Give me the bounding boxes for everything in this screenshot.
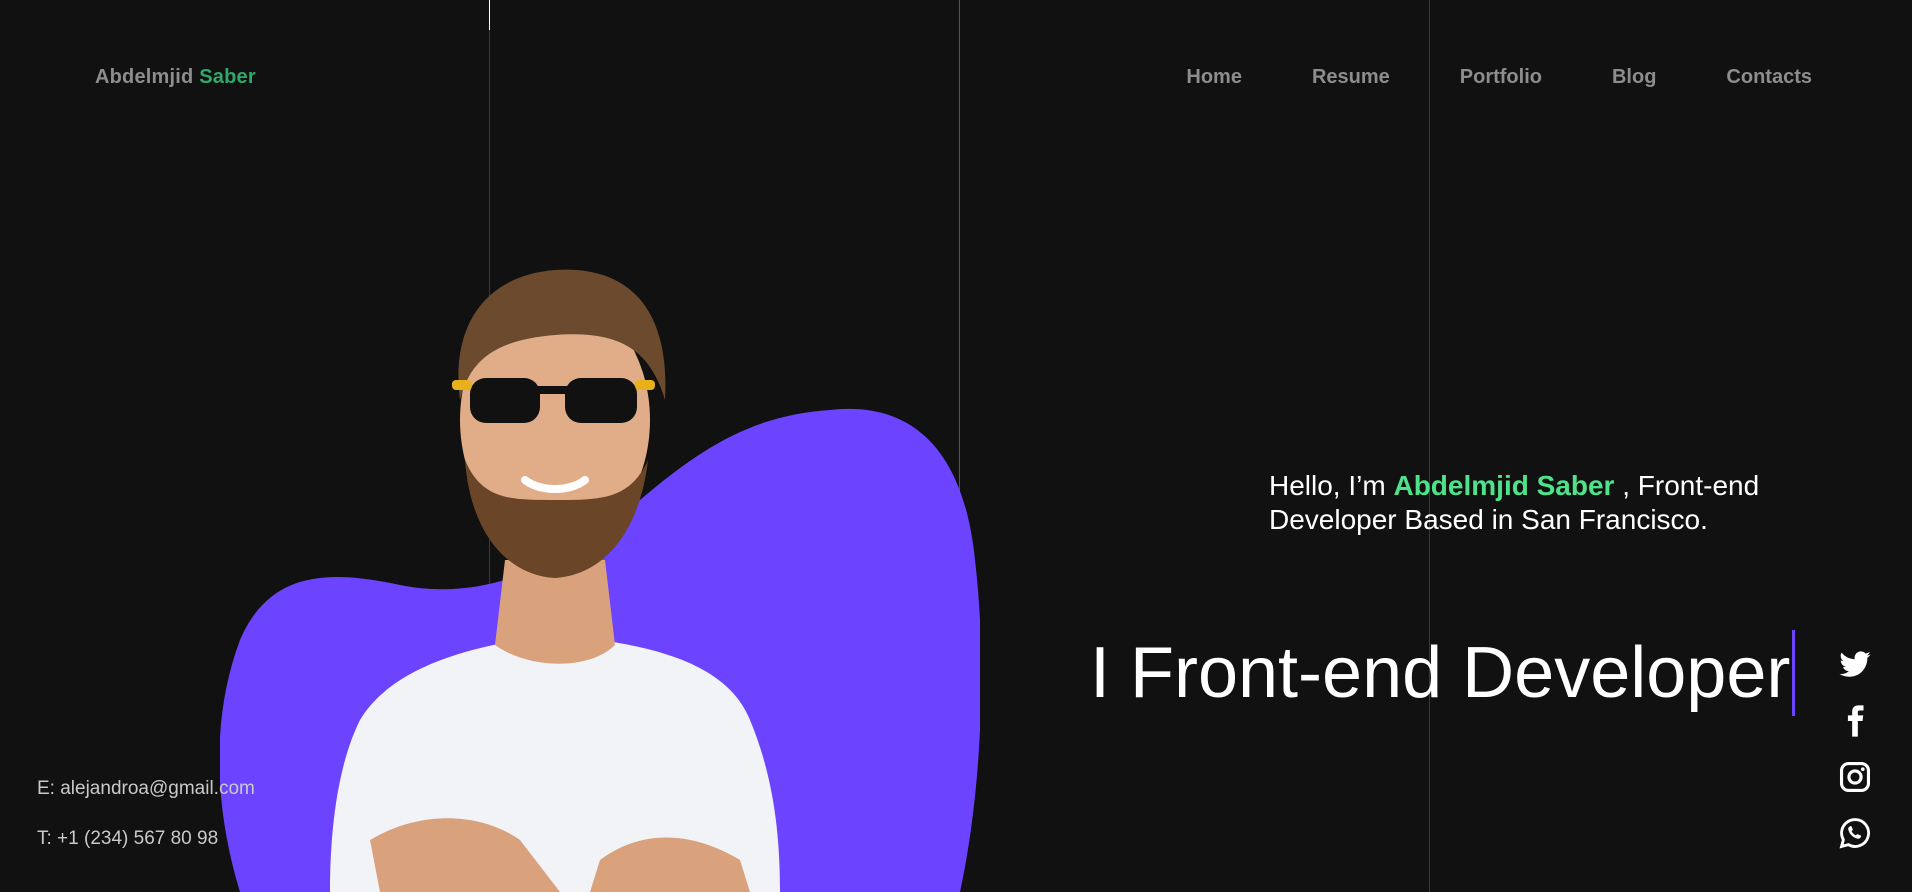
- intro-name: Abdelmjid Saber: [1393, 470, 1615, 501]
- hero-portrait: [220, 269, 980, 892]
- intro-prefix: Hello, I’m: [1269, 470, 1386, 501]
- nav-resume[interactable]: Resume: [1312, 66, 1390, 89]
- grid-line: [1429, 0, 1430, 892]
- instagram-icon[interactable]: [1838, 760, 1872, 794]
- nav-blog[interactable]: Blog: [1612, 66, 1656, 89]
- contact-email: E: alejandroa@gmail.com: [37, 778, 255, 799]
- scroll-indicator: [489, 0, 490, 30]
- logo-last-name: Saber: [199, 66, 256, 88]
- sunglasses: [470, 378, 540, 423]
- hero-headline: I Front-end Developer: [1090, 630, 1796, 716]
- site-logo[interactable]: Abdelmjid Saber: [95, 66, 256, 89]
- hero-intro: Hello, I’m Abdelmjid Saber , Front-end D…: [1269, 469, 1789, 537]
- headline-text: I Front-end Developer: [1090, 633, 1791, 713]
- facebook-icon[interactable]: [1838, 704, 1872, 738]
- nav-home[interactable]: Home: [1186, 66, 1242, 89]
- twitter-icon[interactable]: [1838, 648, 1872, 682]
- main-nav: Home Resume Portfolio Blog Contacts: [1186, 66, 1812, 89]
- whatsapp-icon[interactable]: [1838, 816, 1872, 850]
- nav-portfolio[interactable]: Portfolio: [1460, 66, 1542, 89]
- typing-cursor: [1792, 630, 1796, 716]
- nav-contacts[interactable]: Contacts: [1726, 66, 1812, 89]
- logo-first-name: Abdelmjid: [95, 66, 194, 88]
- contact-phone: T: +1 (234) 567 80 98: [37, 828, 219, 849]
- social-links: [1838, 648, 1872, 850]
